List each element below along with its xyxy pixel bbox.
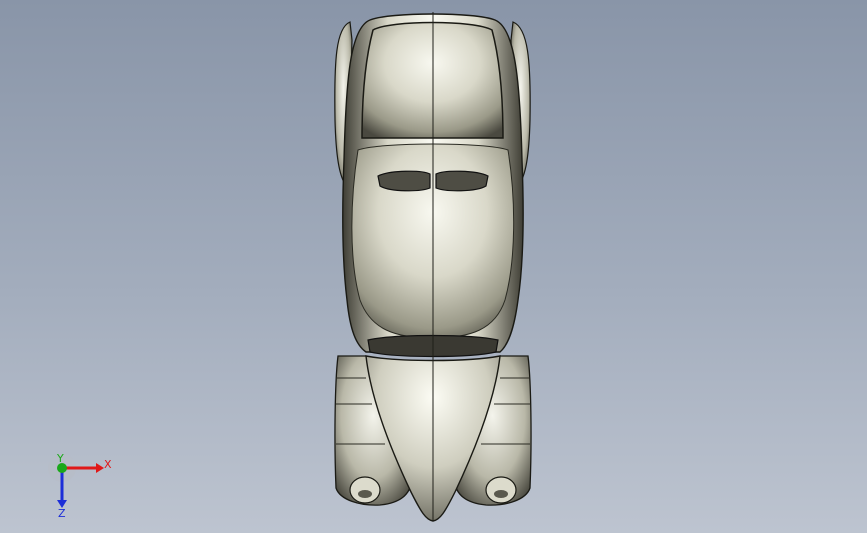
right-vent bbox=[435, 170, 489, 192]
y-axis-label: Y bbox=[56, 452, 64, 465]
left-vent bbox=[377, 170, 431, 192]
car-model[interactable] bbox=[0, 0, 867, 533]
graphics-viewport[interactable]: X Y Z bbox=[0, 0, 867, 533]
x-axis-label: X bbox=[104, 458, 112, 471]
axis-triad: X Y Z bbox=[44, 450, 124, 520]
z-axis-label: Z bbox=[58, 507, 66, 520]
